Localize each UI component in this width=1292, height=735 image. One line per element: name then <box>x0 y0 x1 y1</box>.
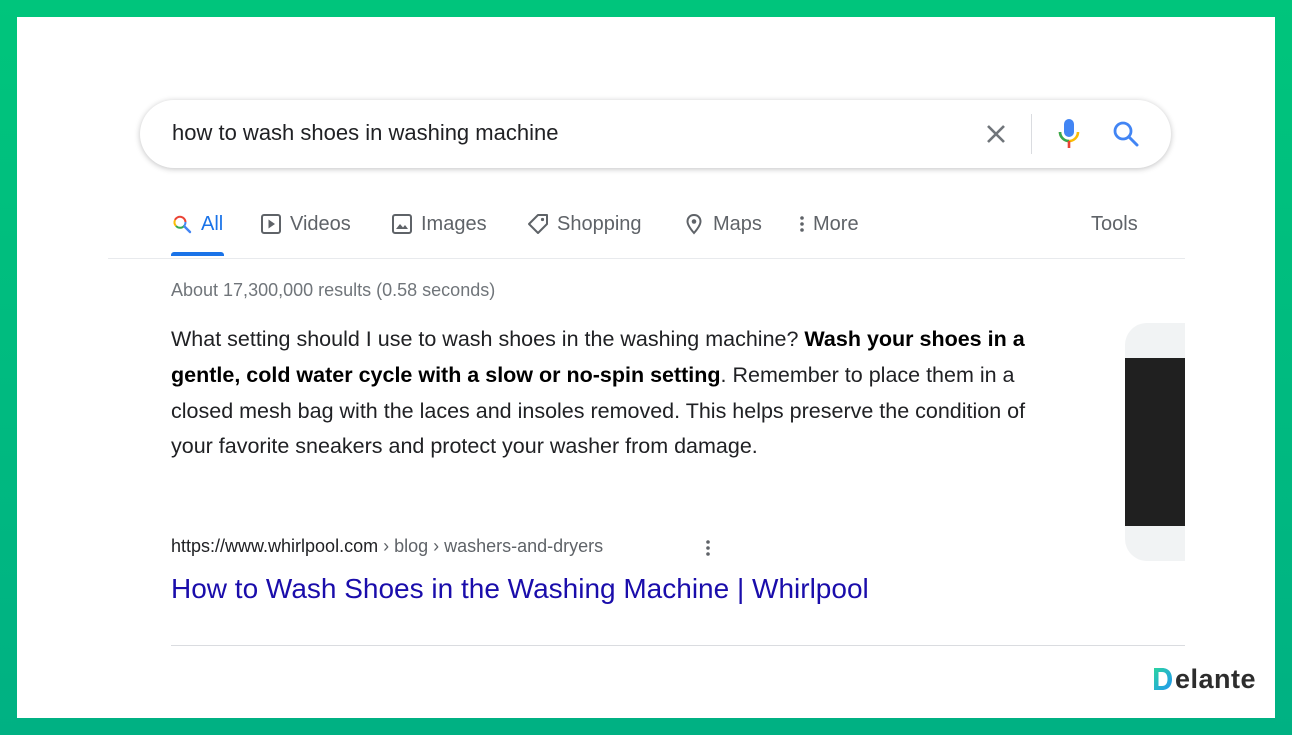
mic-icon <box>1058 119 1080 148</box>
image-icon <box>391 213 413 235</box>
snippet-question: What setting should I use to wash shoes … <box>171 327 805 351</box>
search-icon <box>171 213 193 235</box>
search-box-divider <box>1031 114 1032 154</box>
delante-logo: elante <box>1152 664 1256 694</box>
search-button[interactable] <box>1108 116 1144 152</box>
source-domain: https://www.whirlpool.com <box>171 536 379 556</box>
featured-snippet: What setting should I use to wash shoes … <box>171 322 1051 465</box>
result-stats: About 17,300,000 results (0.58 seconds) <box>171 280 496 300</box>
tools-button[interactable]: Tools <box>1091 208 1138 240</box>
tab-all[interactable]: All <box>171 208 224 258</box>
tab-shopping-label: Shopping <box>557 213 642 235</box>
tab-images-label: Images <box>421 213 487 235</box>
tab-videos-label: Videos <box>290 213 351 235</box>
tab-shopping[interactable]: Shopping <box>527 208 642 258</box>
source-path: › blog › washers-and-dryers <box>378 536 604 556</box>
search-input[interactable]: how to wash shoes in washing machine <box>172 120 558 146</box>
frame-border-right <box>1275 0 1292 735</box>
frame-border-left <box>0 0 17 735</box>
result-divider <box>171 645 1185 646</box>
search-icon <box>1113 121 1139 147</box>
logo-d-mark <box>1154 668 1172 690</box>
clear-button[interactable] <box>980 118 1012 150</box>
tab-maps-label: Maps <box>713 213 762 235</box>
tab-images[interactable]: Images <box>391 208 487 258</box>
result-menu-button[interactable] <box>697 536 719 560</box>
tab-maps[interactable]: Maps <box>683 208 762 258</box>
frame-border-bottom <box>0 718 1292 735</box>
more-vert-icon <box>797 213 807 235</box>
frame-border-top <box>0 0 1292 17</box>
active-tab-indicator <box>171 252 224 256</box>
video-icon <box>260 213 282 235</box>
tab-more[interactable]: More <box>797 208 859 258</box>
snippet-image <box>1125 358 1185 526</box>
tab-videos[interactable]: Videos <box>260 208 351 258</box>
voice-search-button[interactable] <box>1052 116 1086 152</box>
tag-icon <box>527 213 549 235</box>
logo-text: elante <box>1175 664 1257 694</box>
more-vert-icon <box>706 540 710 556</box>
tab-more-label: More <box>813 213 859 235</box>
snippet-image-card[interactable] <box>1125 323 1185 561</box>
result-title-link[interactable]: How to Wash Shoes in the Washing Machine… <box>171 573 869 605</box>
source-citation: https://www.whirlpool.com › blog › washe… <box>171 536 603 557</box>
map-pin-icon <box>683 213 705 235</box>
tabs-divider <box>108 258 1185 259</box>
close-icon <box>987 125 1005 143</box>
tab-all-label: All <box>201 213 224 235</box>
search-box[interactable]: how to wash shoes in washing machine <box>140 100 1171 168</box>
